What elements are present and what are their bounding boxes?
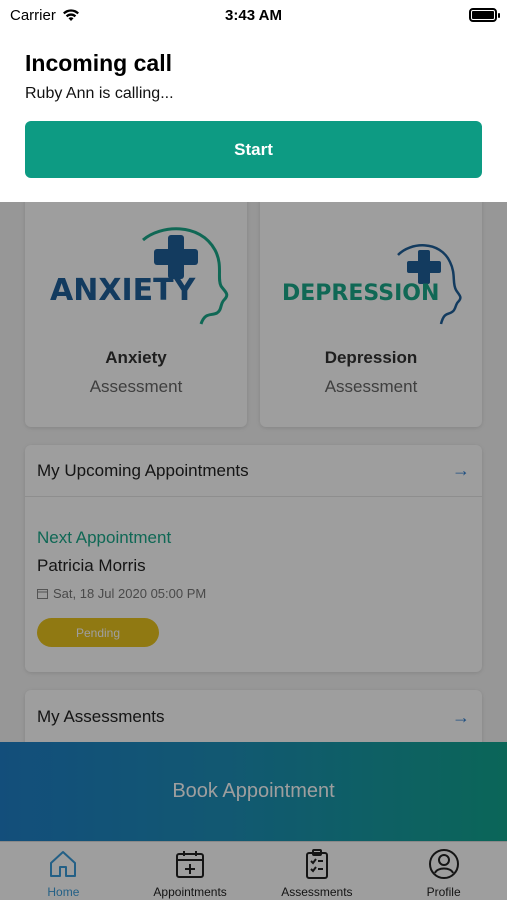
tab-home-label: Home	[47, 885, 80, 899]
anxiety-subtitle: Assessment	[89, 377, 183, 396]
anxiety-logo-icon: ANXIETY	[50, 227, 229, 325]
appointment-date-row: Sat, 18 Jul 2020 05:00 PM	[37, 586, 206, 601]
appointment-date: Sat, 18 Jul 2020 05:00 PM	[53, 586, 207, 601]
battery-icon	[469, 8, 500, 22]
tab-home[interactable]: Home	[0, 842, 127, 900]
tab-assessments-label: Assessments	[281, 885, 353, 899]
tab-bar: Home Appointments Assessments Profile	[0, 841, 507, 900]
upcoming-appointments-card: My Upcoming Appointments → Next Appointm…	[25, 445, 482, 672]
status-left: Carrier	[10, 7, 80, 24]
anxiety-logo-text: ANXIETY	[50, 273, 197, 308]
start-call-button[interactable]: Start	[25, 121, 482, 178]
upcoming-appointments-header[interactable]: My Upcoming Appointments →	[25, 445, 482, 497]
user-circle-icon	[428, 849, 459, 879]
arrow-right-icon[interactable]: →	[452, 707, 470, 728]
depression-title: Depression	[324, 348, 418, 367]
incoming-call-message: Ruby Ann is calling...	[25, 85, 174, 102]
incoming-call-banner: Incoming call Ruby Ann is calling... Sta…	[0, 30, 507, 202]
my-assessments-header[interactable]: My Assessments →	[25, 690, 482, 744]
upcoming-appointments-title: My Upcoming Appointments	[37, 460, 249, 480]
anxiety-title: Anxiety	[105, 348, 167, 367]
battery-fill	[472, 11, 494, 19]
depression-logo-icon: DEPRESSION	[282, 244, 462, 325]
next-appointment-label: Next Appointment	[37, 528, 172, 547]
home-icon	[50, 851, 77, 877]
clipboard-check-icon	[305, 849, 328, 879]
tab-appointments[interactable]: Appointments	[127, 842, 254, 900]
tab-assessments[interactable]: Assessments	[254, 842, 381, 900]
depression-assessment-card[interactable]: DEPRESSION Depression Assessment	[260, 195, 482, 427]
incoming-call-title: Incoming call	[25, 50, 172, 76]
depression-logo-text: DEPRESSION	[282, 281, 439, 306]
calendar-plus-icon	[176, 851, 205, 878]
calendar-icon	[37, 589, 48, 599]
book-appointment-button[interactable]: Book Appointment	[0, 742, 507, 841]
carrier-label: Carrier	[10, 6, 56, 24]
arrow-right-icon[interactable]: →	[452, 460, 470, 481]
status-bar: Carrier 3:43 AM	[0, 0, 507, 30]
wifi-icon	[62, 9, 79, 21]
status-badge: Pending	[37, 618, 159, 647]
patient-name: Patricia Morris	[37, 556, 146, 575]
tab-profile-label: Profile	[426, 885, 461, 899]
my-assessments-card: My Assessments →	[25, 690, 482, 750]
depression-subtitle: Assessment	[324, 377, 418, 396]
tab-profile[interactable]: Profile	[380, 842, 507, 900]
anxiety-assessment-card[interactable]: ANXIETY Anxiety Assessment	[25, 195, 247, 427]
tab-appointments-label: Appointments	[153, 885, 227, 899]
my-assessments-title: My Assessments	[37, 707, 165, 726]
